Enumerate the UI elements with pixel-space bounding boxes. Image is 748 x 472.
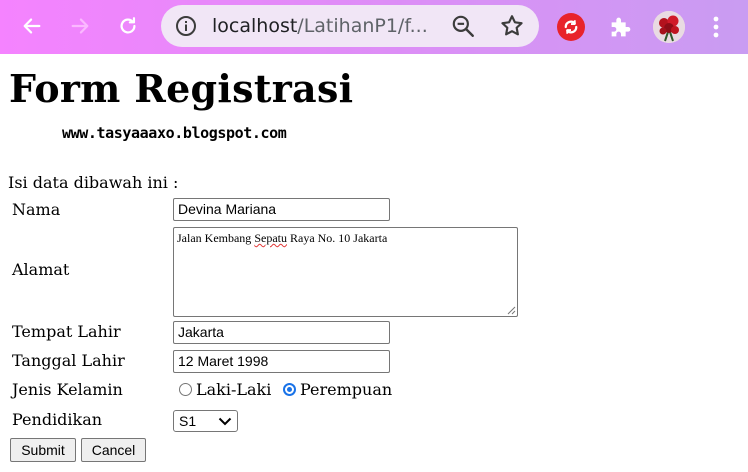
alamat-text-prefix: Jalan Kembang bbox=[177, 231, 255, 245]
tanggal-lahir-input[interactable]: 12 Maret 1998 bbox=[173, 350, 390, 373]
alamat-text-misspelled: Sepatu bbox=[254, 231, 287, 245]
browser-toolbar: localhost/LatihanP1/f... bbox=[0, 0, 748, 54]
profile-avatar[interactable] bbox=[653, 11, 685, 43]
arrow-right-icon bbox=[71, 18, 89, 34]
radio-perempuan[interactable] bbox=[283, 383, 296, 396]
chevron-down-icon bbox=[218, 417, 232, 426]
puzzle-icon[interactable] bbox=[607, 13, 635, 41]
arrow-left-icon bbox=[23, 18, 41, 34]
url-text[interactable]: localhost/LatihanP1/f... bbox=[212, 13, 442, 39]
back-button[interactable] bbox=[14, 8, 50, 44]
form-intro: Isi data dibawah ini : bbox=[8, 173, 179, 192]
url-host: localhost bbox=[212, 15, 298, 37]
reload-icon bbox=[120, 17, 136, 34]
sync-extension-icon bbox=[564, 20, 578, 34]
address-bar[interactable]: localhost/LatihanP1/f... bbox=[161, 5, 539, 47]
tempat-lahir-label: Tempat Lahir bbox=[12, 322, 121, 341]
pendidikan-label: Pendidikan bbox=[12, 410, 103, 429]
reload-button[interactable] bbox=[110, 8, 146, 44]
kebab-menu-icon[interactable] bbox=[705, 13, 727, 41]
pendidikan-selected-value: S1 bbox=[179, 413, 197, 429]
tempat-lahir-input[interactable]: Jakarta bbox=[173, 321, 390, 344]
forward-button[interactable] bbox=[62, 8, 98, 44]
jenis-kelamin-label: Jenis Kelamin bbox=[12, 380, 123, 399]
nama-input[interactable]: Devina Mariana bbox=[173, 198, 390, 221]
radio-laki-laki-label: Laki-Laki bbox=[196, 380, 272, 399]
submit-button[interactable]: Submit bbox=[10, 438, 76, 462]
tanggal-lahir-label: Tanggal Lahir bbox=[12, 351, 125, 370]
radio-perempuan-label: Perempuan bbox=[300, 380, 393, 399]
star-icon[interactable] bbox=[499, 13, 525, 39]
resize-handle-icon[interactable] bbox=[506, 305, 516, 315]
sync-extension-button[interactable] bbox=[557, 13, 585, 41]
url-path: /LatihanP1/f... bbox=[297, 15, 428, 37]
zoom-out-icon[interactable] bbox=[450, 13, 476, 39]
page-title: Form Registrasi bbox=[9, 66, 354, 111]
cancel-button[interactable]: Cancel bbox=[81, 438, 146, 462]
nama-label: Nama bbox=[12, 200, 61, 219]
blog-url-text: www.tasyaaaxo.blogspot.com bbox=[62, 124, 287, 142]
info-icon[interactable] bbox=[174, 14, 198, 38]
alamat-label: Alamat bbox=[12, 260, 70, 279]
alamat-text-suffix: Raya No. 10 Jakarta bbox=[286, 231, 388, 245]
page-content: Form Registrasi www.tasyaaaxo.blogspot.c… bbox=[0, 54, 748, 472]
radio-laki-laki[interactable] bbox=[179, 383, 192, 396]
rose-avatar-icon bbox=[653, 11, 685, 43]
alamat-textarea[interactable]: Jalan Kembang Sepatu Raya No. 10 Jakarta bbox=[173, 227, 518, 317]
pendidikan-select[interactable]: S1 bbox=[173, 410, 238, 432]
